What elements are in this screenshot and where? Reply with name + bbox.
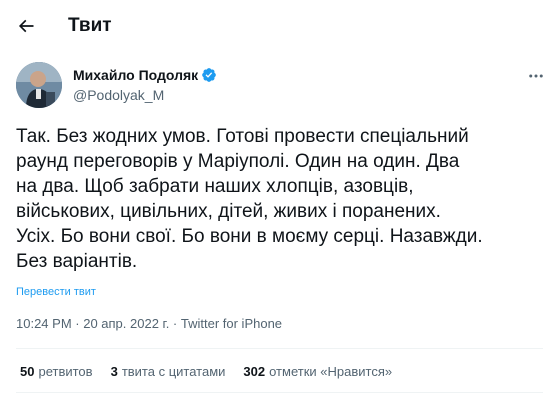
avatar[interactable] (16, 62, 62, 108)
meta-separator: · (71, 316, 84, 331)
page-header: Твит (0, 0, 559, 53)
meta-separator: · (169, 316, 181, 331)
tweet-stats: 50 ретвитов 3 твита с цитатами 302 отмет… (20, 364, 410, 380)
quotes-label: твита с цитатами (121, 364, 226, 379)
verified-badge-icon (201, 67, 217, 83)
more-horizontal-icon (529, 74, 543, 78)
tweet-time[interactable]: 10:24 PM (16, 316, 72, 332)
likes-label: отметки «Нравится» (269, 364, 393, 379)
translate-tweet-link[interactable]: Перевести твит (16, 285, 96, 299)
retweets-label: ретвитов (38, 364, 93, 379)
quotes-count: 3 (110, 364, 118, 379)
arrow-left-icon (18, 19, 34, 33)
tweet-text: Так. Без жодних умов. Готові провести сп… (16, 126, 483, 272)
divider (16, 348, 543, 349)
more-button[interactable] (525, 66, 547, 86)
divider (16, 392, 543, 393)
retweets-stat[interactable]: 50 ретвитов (20, 364, 93, 380)
tweet-meta: 10:24 PM · 20 апр. 2022 г. · Twitter for… (16, 316, 282, 332)
likes-stat[interactable]: 302 отметки «Нравится» (243, 364, 392, 380)
page-title: Твит (68, 15, 112, 36)
retweets-count: 50 (20, 364, 35, 379)
author-info[interactable]: Михайло Подоляк (73, 66, 217, 84)
quotes-stat[interactable]: 3 твита с цитатами (111, 364, 226, 380)
tweet-source[interactable]: Twitter for iPhone (181, 316, 282, 332)
tweet-date[interactable]: 20 апр. 2022 г. (83, 316, 169, 332)
avatar-photo (16, 62, 62, 108)
back-button[interactable] (10, 10, 42, 42)
likes-count: 302 (243, 364, 266, 379)
author-name[interactable]: Михайло Подоляк (73, 66, 198, 84)
author-handle[interactable]: @Podolyak_M (73, 86, 164, 104)
